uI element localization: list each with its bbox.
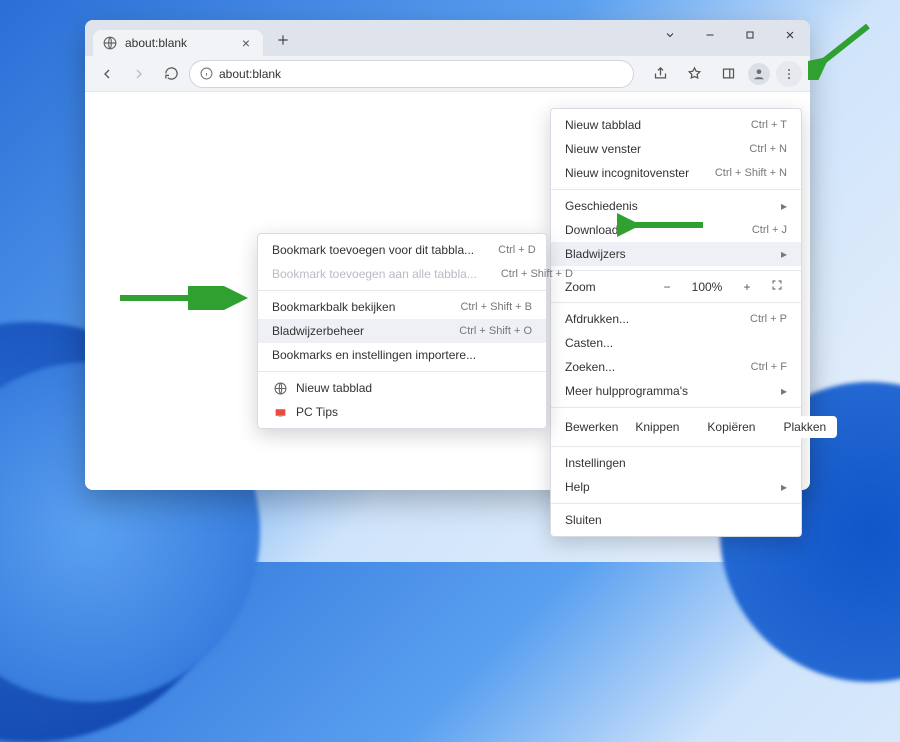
menu-new-incognito[interactable]: Nieuw incognitovensterCtrl + Shift + N <box>551 161 801 185</box>
url-input[interactable] <box>219 67 623 81</box>
chevron-down-icon[interactable] <box>656 24 684 46</box>
tab-title: about:blank <box>125 36 231 50</box>
globe-icon <box>272 382 288 395</box>
menu-new-window[interactable]: Nieuw vensterCtrl + N <box>551 137 801 161</box>
menu-zoom: Zoom − 100% + <box>551 275 801 298</box>
kebab-menu-button[interactable] <box>776 61 802 87</box>
chevron-right-icon: ▸ <box>781 480 787 494</box>
close-button[interactable] <box>776 24 804 46</box>
share-icon[interactable] <box>646 60 674 88</box>
titlebar: about:blank × <box>85 20 810 56</box>
zoom-value: 100% <box>687 280 727 294</box>
annotation-arrow <box>808 20 878 80</box>
menu-find[interactable]: Zoeken...Ctrl + F <box>551 355 801 379</box>
new-tab-button[interactable] <box>269 26 297 54</box>
submenu-bookmark-item[interactable]: PC Tips <box>258 400 546 424</box>
sidepanel-icon[interactable] <box>714 60 742 88</box>
submenu-import[interactable]: Bookmarks en instellingen importere... <box>258 343 546 367</box>
annotation-arrow <box>118 286 248 310</box>
main-menu: Nieuw tabbladCtrl + T Nieuw vensterCtrl … <box>550 108 802 537</box>
paste-button[interactable]: Plakken <box>772 416 837 438</box>
info-icon <box>200 67 213 80</box>
menu-settings[interactable]: Instellingen <box>551 451 801 475</box>
reload-button[interactable] <box>157 60 185 88</box>
window-controls <box>656 24 804 46</box>
menu-cast[interactable]: Casten... <box>551 331 801 355</box>
menu-exit[interactable]: Sluiten <box>551 508 801 532</box>
bookmarks-submenu: Bookmark toevoegen voor dit tabbla...Ctr… <box>257 233 547 429</box>
fullscreen-icon[interactable] <box>767 279 787 294</box>
globe-icon <box>103 36 117 50</box>
star-icon[interactable] <box>680 60 708 88</box>
menu-more-tools[interactable]: Meer hulpprogramma's▸ <box>551 379 801 403</box>
menu-edit-row: Bewerken Knippen Kopiëren Plakken <box>551 412 801 442</box>
submenu-bookmark-this[interactable]: Bookmark toevoegen voor dit tabbla...Ctr… <box>258 238 546 262</box>
chevron-right-icon: ▸ <box>781 199 787 213</box>
submenu-bookmark-all: Bookmark toevoegen aan alle tabbla...Ctr… <box>258 262 546 286</box>
omnibox[interactable] <box>189 60 634 88</box>
menu-new-tab[interactable]: Nieuw tabbladCtrl + T <box>551 113 801 137</box>
cut-button[interactable]: Knippen <box>624 416 690 438</box>
submenu-bookmark-manager[interactable]: BladwijzerbeheerCtrl + Shift + O <box>258 319 546 343</box>
chevron-right-icon: ▸ <box>781 247 787 261</box>
tab[interactable]: about:blank × <box>93 30 263 56</box>
forward-button[interactable] <box>125 60 153 88</box>
zoom-in-button[interactable]: + <box>737 280 757 294</box>
profile-avatar[interactable] <box>748 63 770 85</box>
submenu-bookmark-item[interactable]: Nieuw tabblad <box>258 376 546 400</box>
toolbar <box>85 56 810 92</box>
back-button[interactable] <box>93 60 121 88</box>
pctips-icon <box>272 406 288 419</box>
maximize-button[interactable] <box>736 24 764 46</box>
submenu-show-bookmarkbar[interactable]: Bookmarkbalk bekijkenCtrl + Shift + B <box>258 295 546 319</box>
tab-close-icon[interactable]: × <box>239 36 253 50</box>
menu-help[interactable]: Help▸ <box>551 475 801 499</box>
annotation-arrow <box>617 213 707 237</box>
menu-bookmarks[interactable]: Bladwijzers▸ <box>551 242 801 266</box>
menu-print[interactable]: Afdrukken...Ctrl + P <box>551 307 801 331</box>
copy-button[interactable]: Kopiëren <box>696 416 766 438</box>
chevron-right-icon: ▸ <box>781 384 787 398</box>
browser-window: about:blank × Nieuw ta <box>85 20 810 490</box>
minimize-button[interactable] <box>696 24 724 46</box>
zoom-out-button[interactable]: − <box>657 280 677 294</box>
